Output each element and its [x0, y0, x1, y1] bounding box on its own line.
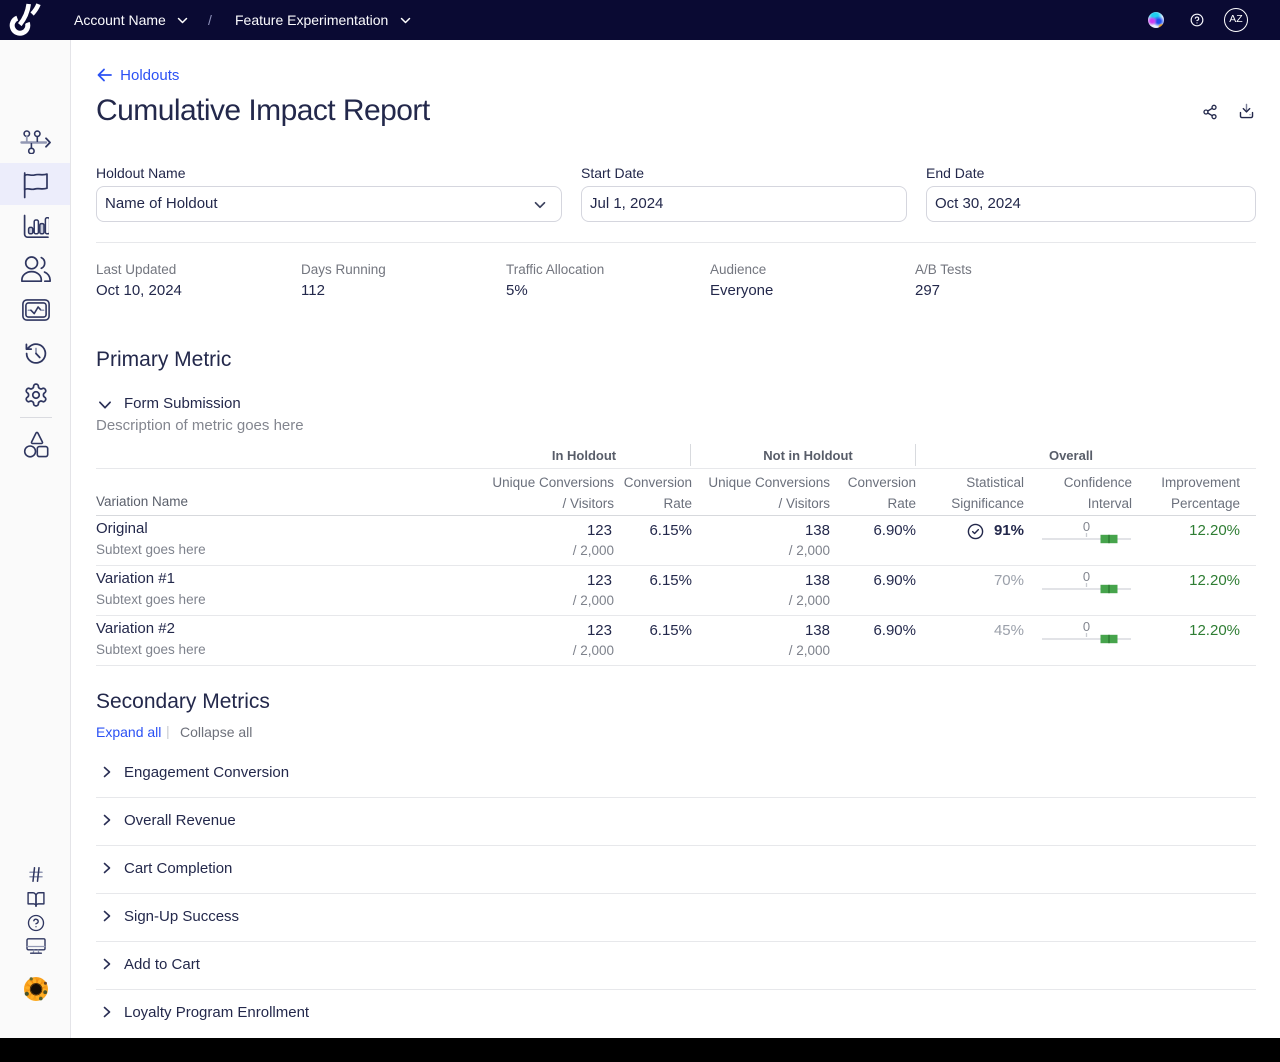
svg-text:0: 0 [1083, 619, 1090, 634]
svg-text:0: 0 [1083, 569, 1090, 584]
svg-text:0: 0 [1083, 519, 1090, 534]
